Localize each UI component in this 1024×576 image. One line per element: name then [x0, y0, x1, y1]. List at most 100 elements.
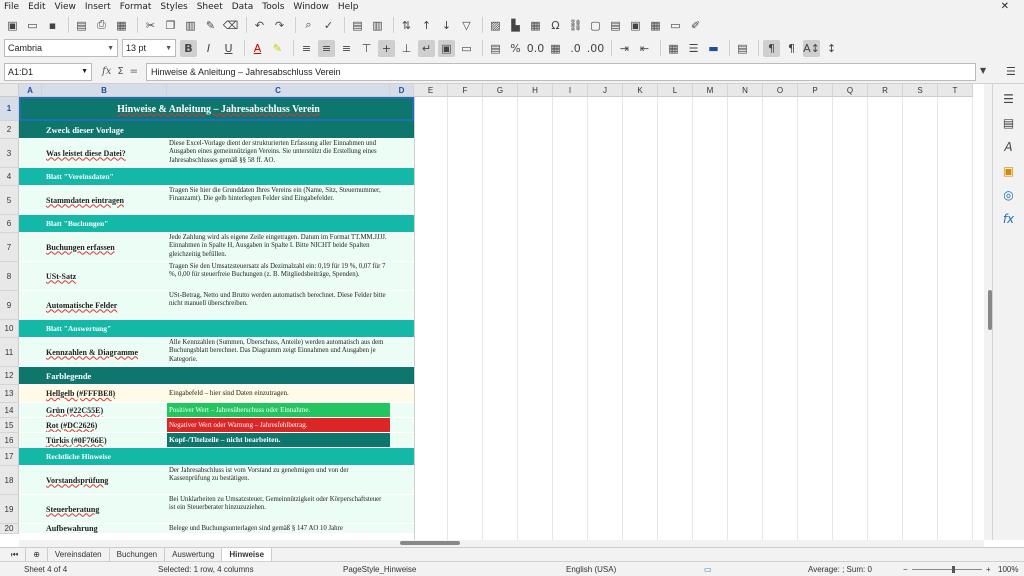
- show-draw-functions-icon[interactable]: ✐: [687, 17, 704, 34]
- section-heading[interactable]: Zweck dieser Vorlage: [42, 121, 390, 139]
- close-document-icon[interactable]: ✕: [1001, 1, 1009, 12]
- cell-d[interactable]: [390, 433, 414, 448]
- cell-a[interactable]: [19, 403, 42, 418]
- column-icon[interactable]: ▥: [369, 17, 386, 34]
- gallery-icon[interactable]: ▣: [1000, 162, 1017, 179]
- description-cell[interactable]: USt-Betrag, Netto und Brutto werden auto…: [167, 291, 390, 320]
- comment-icon[interactable]: ▢: [587, 17, 604, 34]
- currency-format-icon[interactable]: ▤: [487, 40, 504, 57]
- menu-item-sheet[interactable]: Sheet: [197, 2, 223, 12]
- row-header[interactable]: 14: [0, 403, 19, 418]
- text-direction-ltr-icon[interactable]: ¶: [763, 39, 780, 57]
- subsection-heading[interactable]: Blatt "Auswertung": [42, 320, 414, 338]
- cell-d[interactable]: [390, 466, 414, 495]
- row-icon[interactable]: ▤: [349, 17, 366, 34]
- cell-d[interactable]: [390, 418, 414, 433]
- borders-icon[interactable]: ▦: [665, 40, 682, 57]
- column-header-q[interactable]: Q: [833, 84, 868, 97]
- subsection-heading[interactable]: Blatt "Buchungen": [42, 215, 414, 233]
- align-right-icon[interactable]: ≡: [338, 40, 355, 57]
- row-header[interactable]: 5: [0, 186, 19, 215]
- tab-buchungen[interactable]: Buchungen: [110, 547, 166, 562]
- expand-formula-icon[interactable]: ▼: [980, 66, 986, 75]
- cell-d[interactable]: [390, 367, 414, 385]
- description-cell[interactable]: Negativer Wert oder Warnung – Jahresfehl…: [167, 418, 390, 433]
- name-box[interactable]: A1:D1 ▼: [4, 62, 92, 81]
- save-icon[interactable]: ▪: [44, 17, 61, 34]
- zoom-in-icon[interactable]: +: [986, 565, 991, 574]
- functions-icon[interactable]: fx: [1000, 210, 1017, 227]
- clear-formatting-icon[interactable]: ⌫: [222, 17, 239, 34]
- zoom-slider-knob[interactable]: [952, 566, 955, 573]
- column-header-d[interactable]: D: [390, 84, 414, 97]
- sum-icon[interactable]: Σ: [117, 66, 123, 77]
- underline-icon[interactable]: U: [220, 40, 237, 57]
- label-cell[interactable]: Kennzahlen & Diagramme: [42, 338, 167, 367]
- row-header[interactable]: 8: [0, 262, 19, 291]
- cell-a[interactable]: [19, 466, 42, 495]
- split-window-icon[interactable]: ▭: [667, 17, 684, 34]
- column-header-a[interactable]: A: [19, 84, 42, 97]
- decrease-indent-icon[interactable]: ⇤: [636, 40, 653, 57]
- paste-icon[interactable]: ▥: [182, 17, 199, 34]
- cell-d[interactable]: [390, 139, 414, 168]
- column-header-h[interactable]: H: [518, 84, 553, 97]
- row-header[interactable]: 16: [0, 433, 19, 448]
- menu-item-view[interactable]: View: [55, 2, 76, 12]
- headers-footers-icon[interactable]: ▤: [607, 17, 624, 34]
- cell-a[interactable]: [19, 385, 42, 403]
- label-cell[interactable]: Was leistet diese Datei?: [42, 139, 167, 168]
- subsection-heading[interactable]: Rechtliche Hinweise: [42, 448, 414, 466]
- row-header[interactable]: 10: [0, 320, 19, 338]
- zoom-out-icon[interactable]: −: [903, 565, 908, 574]
- undo-icon[interactable]: ↶: [251, 17, 268, 34]
- menu-icon[interactable]: ☰: [1006, 65, 1016, 78]
- copy-icon[interactable]: ❐: [162, 17, 179, 34]
- cell-a[interactable]: [19, 121, 42, 139]
- row-header[interactable]: 18: [0, 466, 19, 495]
- clone-formatting-icon[interactable]: ✎: [202, 17, 219, 34]
- menu-item-window[interactable]: Window: [293, 2, 329, 12]
- column-header-o[interactable]: O: [763, 84, 798, 97]
- section-heading[interactable]: Farblegende: [42, 367, 390, 385]
- horizontal-scroll-thumb[interactable]: [400, 541, 460, 545]
- tab-vereinsdaten[interactable]: Vereinsdaten: [48, 547, 110, 562]
- cut-icon[interactable]: ✂: [142, 17, 159, 34]
- navigator-icon[interactable]: ◎: [1000, 186, 1017, 203]
- column-header-c[interactable]: C: [167, 84, 390, 97]
- description-cell[interactable]: Tragen Sie hier die Grunddaten Ihres Ver…: [167, 186, 390, 215]
- row-header[interactable]: 6: [0, 215, 19, 233]
- scroll-first-sheet-icon[interactable]: ⏮: [4, 547, 27, 562]
- description-cell[interactable]: Jede Zahlung wird als eigene Zeile einge…: [167, 233, 390, 262]
- cell-a[interactable]: [19, 139, 42, 168]
- freeze-rows-columns-icon[interactable]: ▦: [647, 17, 664, 34]
- row-header[interactable]: 11: [0, 338, 19, 367]
- menu-item-edit[interactable]: Edit: [28, 2, 45, 12]
- column-header-t[interactable]: T: [938, 84, 973, 97]
- row-header[interactable]: 19: [0, 495, 19, 524]
- print-icon[interactable]: ⎙: [93, 17, 110, 34]
- increase-indent-icon[interactable]: ⇥: [616, 40, 633, 57]
- formula-input[interactable]: Hinweise & Anleitung – Jahresabschluss V…: [146, 63, 976, 81]
- date-format-icon[interactable]: ▦: [547, 40, 564, 57]
- cell-a[interactable]: [19, 433, 42, 448]
- percent-format-icon[interactable]: %: [507, 40, 524, 57]
- cell-d[interactable]: [390, 186, 414, 215]
- autofilter-icon[interactable]: ▽: [458, 17, 475, 34]
- merge-center-icon[interactable]: ▣: [438, 39, 455, 57]
- menu-item-format[interactable]: Format: [120, 2, 152, 12]
- add-sheet-icon[interactable]: ⊕: [26, 547, 48, 562]
- description-cell[interactable]: Diese Excel-Vorlage dient der strukturie…: [167, 139, 390, 168]
- add-decimal-icon[interactable]: .0: [567, 40, 584, 57]
- open-folder-icon[interactable]: ▭: [24, 17, 41, 34]
- properties-icon[interactable]: ▤: [1000, 114, 1017, 131]
- unmerge-icon[interactable]: ▭: [458, 40, 475, 57]
- hyperlink-icon[interactable]: ⛓: [567, 17, 584, 34]
- cell-d[interactable]: [390, 338, 414, 367]
- cell-d[interactable]: [390, 262, 414, 291]
- tab-hinweise[interactable]: Hinweise: [222, 547, 273, 562]
- label-cell[interactable]: Automatische Felder: [42, 291, 167, 320]
- new-document-icon[interactable]: ▣: [4, 17, 21, 34]
- subsection-heading[interactable]: Blatt "Vereinsdaten": [42, 168, 414, 186]
- font-name-combobox[interactable]: Cambria ▼: [4, 39, 118, 57]
